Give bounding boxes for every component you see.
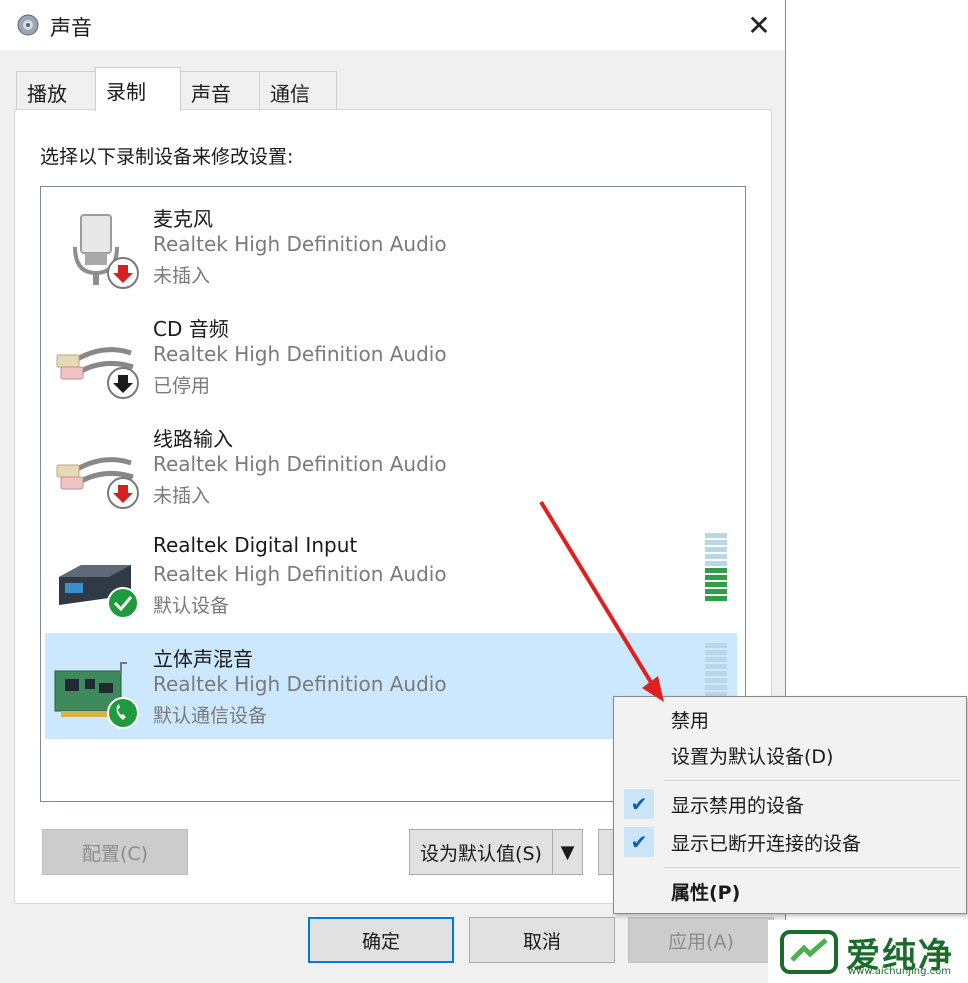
device-driver: Realtek High Definition Audio xyxy=(153,342,447,366)
tab-playback[interactable]: 播放 xyxy=(16,71,96,109)
context-menu: 禁用 设置为默认设备(D) ✔ 显示禁用的设备 ✔ 显示已断开连接的设备 属性(… xyxy=(613,696,967,914)
level-meter-segment xyxy=(705,575,727,580)
rca-cable-icon xyxy=(51,313,143,403)
instruction-text: 选择以下录制设备来修改设置: xyxy=(40,146,294,168)
menu-item-label: 显示已断开连接的设备 xyxy=(671,832,862,855)
checkmark-icon: ✔ xyxy=(624,827,654,857)
list-item-line-in[interactable]: 线路输入 Realtek High Definition Audio 未插入 xyxy=(45,413,737,519)
menu-item-show-disconnected-devices[interactable]: ✔ 显示已断开连接的设备 xyxy=(614,824,966,860)
green-phone-badge xyxy=(107,697,139,729)
menu-item-properties[interactable]: 属性(P) xyxy=(614,873,966,909)
menu-separator xyxy=(664,780,960,781)
tab-sounds[interactable]: 声音 xyxy=(180,71,260,109)
aichunjing-logo-icon xyxy=(780,930,838,974)
level-meter-segment xyxy=(705,678,727,683)
menu-item-set-default-device[interactable]: 设置为默认设备(D) xyxy=(614,737,966,773)
cancel-button[interactable]: 取消 xyxy=(469,917,615,963)
level-meter-segment xyxy=(705,568,727,573)
level-meter-segment xyxy=(705,664,727,669)
menu-item-disable[interactable]: 禁用 xyxy=(614,701,966,737)
device-driver: Realtek High Definition Audio xyxy=(153,232,447,256)
green-check-badge xyxy=(107,587,139,619)
level-meter-segment xyxy=(705,671,727,676)
menu-item-label: 设置为默认设备(D) xyxy=(671,745,834,768)
device-driver: Realtek High Definition Audio xyxy=(153,672,447,696)
device-name: 线路输入 xyxy=(153,427,233,451)
level-meter-segment xyxy=(705,547,727,552)
digital-input-box-icon xyxy=(51,533,143,623)
tab-recording[interactable]: 录制 xyxy=(95,67,181,111)
configure-button[interactable]: 配置(C) xyxy=(42,829,188,875)
level-meter-segment xyxy=(705,589,727,594)
apply-button[interactable]: 应用(A) xyxy=(628,917,774,963)
device-name: CD 音频 xyxy=(153,317,229,341)
sound-card-icon xyxy=(51,643,143,733)
device-name: Realtek Digital Input xyxy=(153,533,358,557)
close-button[interactable]: ✕ xyxy=(736,6,782,44)
level-meter-segment xyxy=(705,561,727,566)
tab-communications[interactable]: 通信 xyxy=(259,71,337,109)
rca-cable-icon xyxy=(51,423,143,513)
device-status: 默认设备 xyxy=(153,595,230,617)
level-meter-segment xyxy=(705,643,727,648)
device-name: 立体声混音 xyxy=(153,647,253,671)
device-status: 已停用 xyxy=(153,375,211,397)
level-meter-segment xyxy=(705,540,727,545)
list-item-cd-audio[interactable]: CD 音频 Realtek High Definition Audio 已停用 xyxy=(45,303,737,409)
level-meter-segment xyxy=(705,657,727,662)
level-meter-segment xyxy=(705,685,727,690)
menu-item-show-disabled-devices[interactable]: ✔ 显示禁用的设备 xyxy=(614,786,966,822)
level-meter-segment xyxy=(705,533,727,538)
menu-item-label: 属性(P) xyxy=(671,881,741,904)
checkmark-icon: ✔ xyxy=(624,789,654,819)
microphone-icon xyxy=(51,203,143,293)
title-bar: 声音 ✕ xyxy=(0,0,785,50)
set-default-label: 设为默认值(S) xyxy=(420,842,542,865)
window-title: 声音 xyxy=(50,16,92,40)
device-status: 未插入 xyxy=(153,265,211,287)
menu-separator xyxy=(664,867,960,868)
device-driver: Realtek High Definition Audio xyxy=(153,452,447,476)
level-meter-segment xyxy=(705,554,727,559)
level-meter-segment xyxy=(705,650,727,655)
device-driver: Realtek High Definition Audio xyxy=(153,562,447,586)
device-status: 未插入 xyxy=(153,485,211,507)
chevron-down-icon[interactable]: ▼ xyxy=(552,830,582,874)
menu-item-label: 显示禁用的设备 xyxy=(671,794,805,817)
menu-item-label: 禁用 xyxy=(671,709,710,732)
list-item-microphone[interactable]: 麦克风 Realtek High Definition Audio 未插入 xyxy=(45,193,737,299)
level-meter xyxy=(705,533,727,601)
device-name: 麦克风 xyxy=(153,207,213,231)
set-default-split-button[interactable]: 设为默认值(S) ▼ xyxy=(409,829,583,875)
level-meter-segment xyxy=(705,596,727,601)
watermark: 爱纯净 www.aichunjing.com xyxy=(768,920,968,983)
list-item-realtek-digital-input[interactable]: Realtek Digital Input Realtek High Defin… xyxy=(45,523,737,629)
level-meter-segment xyxy=(705,582,727,587)
watermark-url: www.aichunjing.com xyxy=(848,966,951,977)
speaker-icon xyxy=(16,13,40,37)
device-status: 默认通信设备 xyxy=(153,705,268,727)
ok-button[interactable]: 确定 xyxy=(308,917,454,963)
